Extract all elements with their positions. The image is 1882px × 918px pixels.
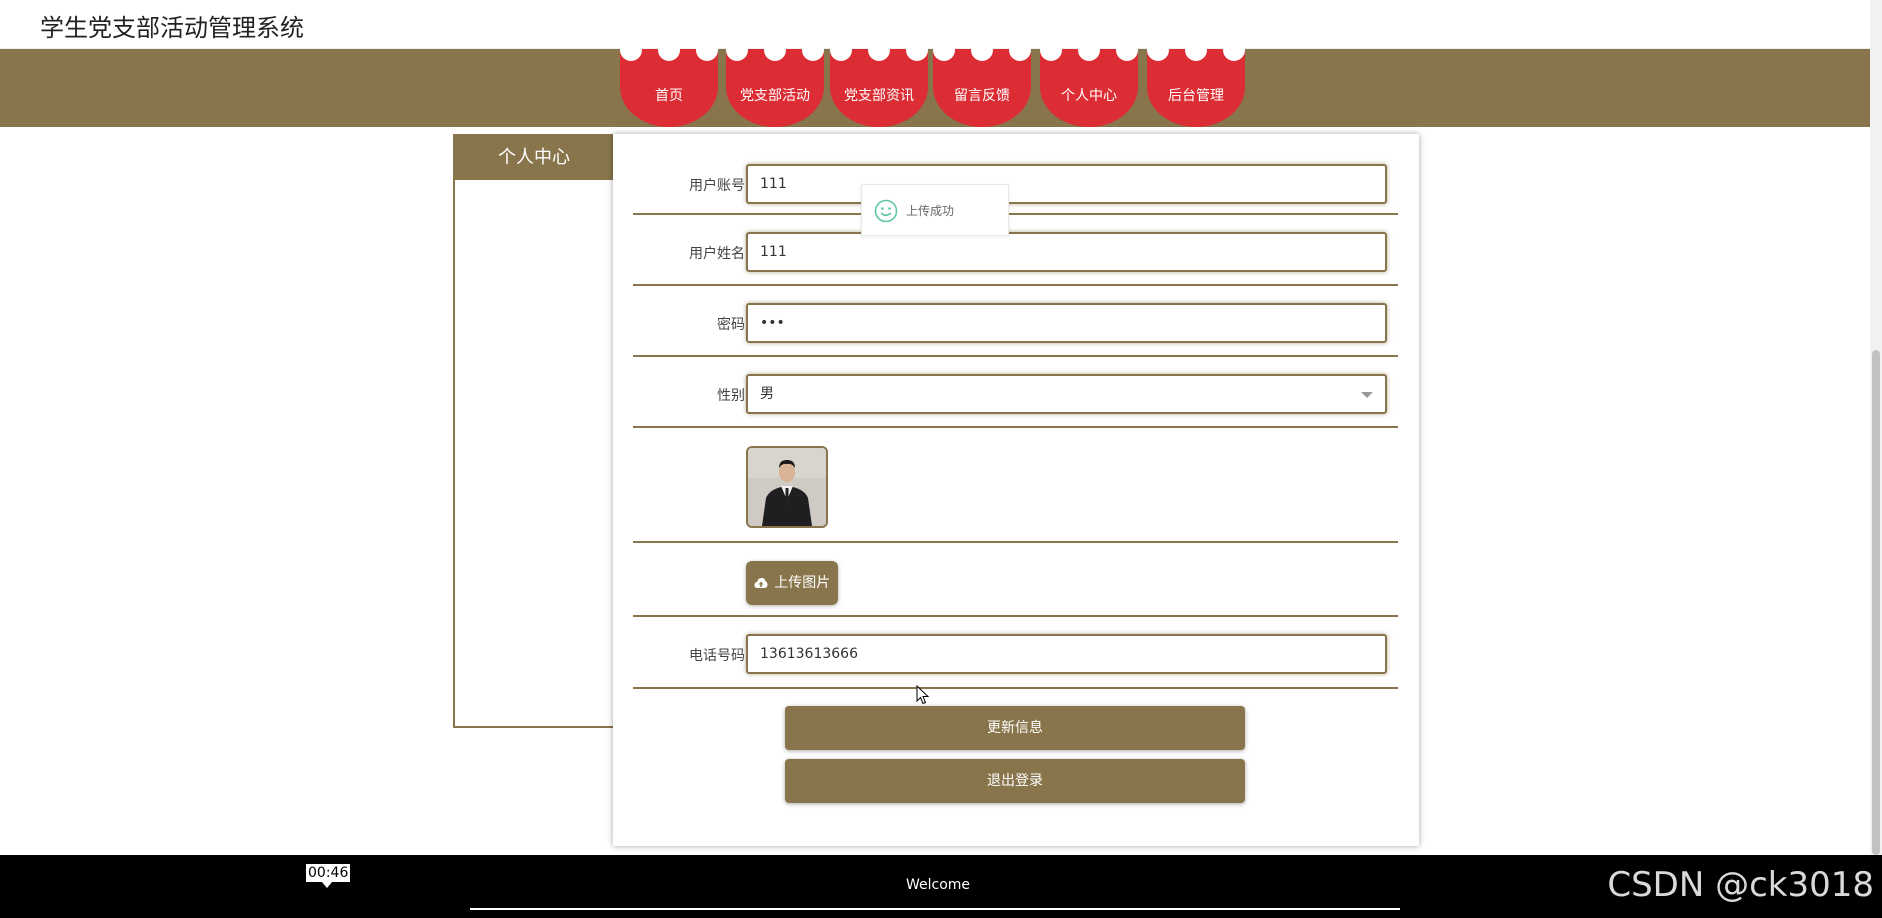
account-input[interactable]: 111 bbox=[746, 164, 1387, 204]
video-timer: 00:46 bbox=[306, 864, 351, 888]
toast-message: 上传成功 bbox=[906, 204, 955, 218]
nav-item-label: 后台管理 bbox=[1168, 88, 1224, 104]
nav-item-admin[interactable]: 后台管理 bbox=[1147, 39, 1245, 127]
person-photo bbox=[748, 448, 826, 526]
gender-label: 性别 bbox=[717, 388, 745, 404]
form-row-avatar bbox=[633, 428, 1398, 543]
nav-item-personal-center[interactable]: 个人中心 bbox=[1040, 39, 1138, 127]
nav-item-label: 个人中心 bbox=[1061, 88, 1117, 104]
watermark: CSDN @ck3018 bbox=[1607, 865, 1874, 905]
password-label: 密码 bbox=[717, 317, 745, 333]
nav-item-news[interactable]: 党支部资讯 bbox=[830, 39, 928, 127]
scrollbar-thumb[interactable] bbox=[1872, 350, 1880, 855]
success-toast: 上传成功 bbox=[861, 184, 1009, 236]
form-row-name: 用户姓名 111 bbox=[633, 215, 1398, 286]
name-input[interactable]: 111 bbox=[746, 232, 1387, 272]
smile-icon bbox=[874, 199, 898, 223]
nav-item-label: 党支部资讯 bbox=[844, 88, 914, 104]
form-row-gender: 性别 男 bbox=[633, 357, 1398, 428]
password-input[interactable]: ••• bbox=[746, 303, 1387, 343]
nav-item-feedback[interactable]: 留言反馈 bbox=[933, 39, 1031, 127]
mouse-cursor-icon bbox=[916, 685, 930, 705]
form-row-account: 用户账号 111 bbox=[633, 134, 1398, 215]
form-row-password: 密码 ••• bbox=[633, 286, 1398, 357]
nav-item-activities[interactable]: 党支部活动 bbox=[726, 39, 824, 127]
name-label: 用户姓名 bbox=[689, 246, 745, 262]
progress-line bbox=[470, 908, 1400, 910]
avatar bbox=[746, 446, 828, 528]
sidebar: 个人中心 bbox=[453, 134, 613, 728]
nav-item-home[interactable]: 首页 bbox=[620, 39, 718, 127]
upload-label: 上传图片 bbox=[774, 575, 831, 591]
upload-image-button[interactable]: 上传图片 bbox=[746, 561, 838, 605]
chevron-down-icon bbox=[1361, 392, 1373, 398]
nav-item-label: 留言反馈 bbox=[954, 88, 1010, 104]
gender-selected-value: 男 bbox=[760, 386, 774, 402]
form-row-upload: 上传图片 bbox=[633, 543, 1398, 617]
welcome-text: Welcome bbox=[906, 877, 971, 893]
nav-item-label: 首页 bbox=[655, 88, 683, 104]
cloud-upload-icon bbox=[754, 578, 768, 588]
account-label: 用户账号 bbox=[689, 178, 745, 194]
profile-form: 用户账号 111 用户姓名 111 密码 ••• 性别 男 上传图片 电话号码 … bbox=[613, 134, 1419, 846]
update-info-button[interactable]: 更新信息 bbox=[785, 706, 1245, 750]
phone-input[interactable]: 13613613666 bbox=[746, 634, 1387, 674]
form-row-phone: 电话号码 13613613666 bbox=[633, 617, 1398, 689]
sidebar-title[interactable]: 个人中心 bbox=[455, 136, 613, 180]
site-title: 学生党支部活动管理系统 bbox=[40, 14, 304, 42]
video-bottom-bar: 00:46 Welcome CSDN @ck3018 bbox=[0, 855, 1882, 918]
phone-label: 电话号码 bbox=[689, 648, 745, 664]
nav-item-label: 党支部活动 bbox=[740, 88, 810, 104]
gender-select[interactable]: 男 bbox=[746, 374, 1387, 414]
logout-button[interactable]: 退出登录 bbox=[785, 759, 1245, 803]
